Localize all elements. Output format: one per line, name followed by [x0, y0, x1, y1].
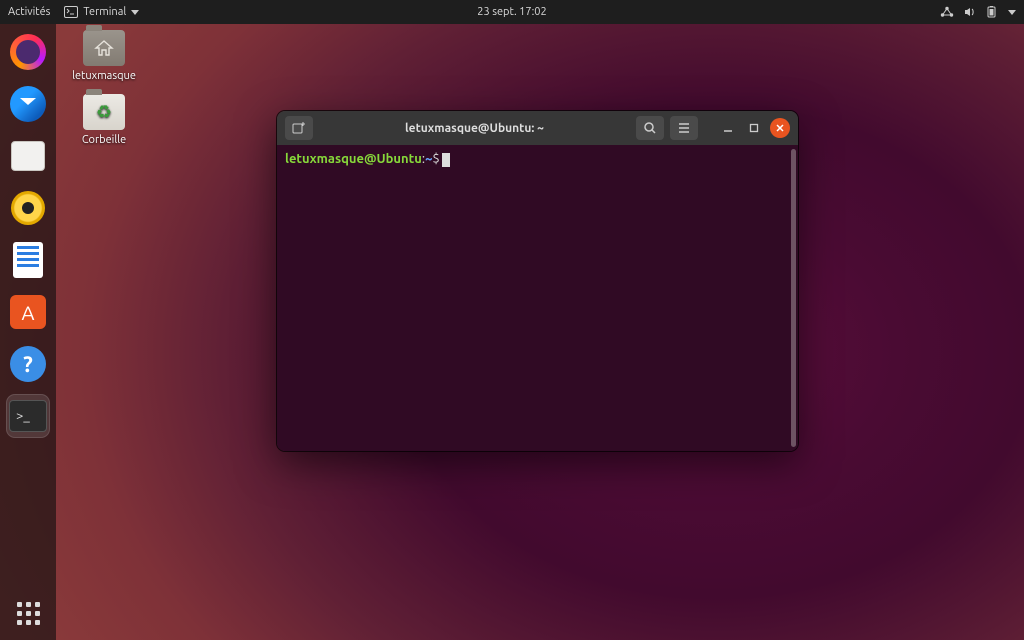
desktop-icon-label: letuxmasque [68, 70, 140, 82]
system-status-area[interactable] [940, 6, 1016, 18]
minimize-button[interactable] [718, 118, 738, 138]
prompt-user-host: letuxmasque@Ubuntu [285, 152, 422, 166]
files-icon [11, 141, 45, 171]
chevron-down-icon [1008, 10, 1016, 15]
new-tab-icon [292, 121, 306, 135]
dock-item-firefox[interactable] [6, 30, 50, 74]
menu-button[interactable] [670, 116, 698, 140]
minimize-icon [723, 123, 733, 133]
battery-icon [986, 6, 998, 18]
dock-item-software[interactable]: A [6, 290, 50, 334]
app-menu[interactable]: Terminal [64, 6, 139, 18]
search-button[interactable] [636, 116, 664, 140]
text-cursor [442, 153, 450, 167]
dock-item-files[interactable] [6, 134, 50, 178]
dock-item-thunderbird[interactable] [6, 82, 50, 126]
music-icon [11, 191, 45, 225]
desktop-icon-home[interactable]: letuxmasque [68, 30, 140, 82]
apps-grid-icon [17, 602, 40, 625]
new-tab-button[interactable] [285, 116, 313, 140]
close-button[interactable] [770, 118, 790, 138]
terminal-window: letuxmasque@Ubuntu: ~ letuxmasque@Ubuntu… [277, 111, 798, 451]
network-icon [940, 6, 954, 18]
hamburger-icon [677, 121, 691, 135]
window-titlebar[interactable]: letuxmasque@Ubuntu: ~ [277, 111, 798, 145]
activities-button[interactable]: Activités [8, 6, 50, 18]
dock-item-terminal[interactable]: >_ [6, 394, 50, 438]
desktop-icons: letuxmasque ♻ Corbeille [68, 30, 140, 158]
terminal-app-icon [64, 6, 78, 18]
dock: A ? >_ [0, 24, 56, 640]
terminal-icon: >_ [9, 400, 47, 432]
app-menu-label: Terminal [83, 6, 126, 18]
window-title: letuxmasque@Ubuntu: ~ [319, 122, 630, 135]
dock-item-help[interactable]: ? [6, 342, 50, 386]
dock-item-writer[interactable] [6, 238, 50, 282]
folder-icon [83, 30, 125, 66]
shopping-bag-icon: A [10, 295, 46, 329]
prompt-symbol: $ [432, 152, 439, 166]
desktop-icon-label: Corbeille [68, 134, 140, 146]
home-icon [94, 39, 114, 57]
help-icon: ? [10, 346, 46, 382]
top-panel: Activités Terminal 23 sept. 17:02 [0, 0, 1024, 24]
recycle-icon: ♻ [96, 102, 112, 123]
terminal-content[interactable]: letuxmasque@Ubuntu:~$ [277, 145, 798, 451]
maximize-button[interactable] [744, 118, 764, 138]
thunderbird-icon [10, 86, 46, 122]
chevron-down-icon [131, 10, 139, 15]
volume-icon [964, 6, 976, 18]
maximize-icon [749, 123, 759, 133]
close-icon [775, 123, 785, 133]
clock[interactable]: 23 sept. 17:02 [477, 6, 546, 18]
show-applications-button[interactable] [6, 596, 50, 640]
desktop-icon-trash[interactable]: ♻ Corbeille [68, 94, 140, 146]
firefox-icon [10, 34, 46, 70]
document-icon [13, 242, 43, 278]
dock-item-rhythmbox[interactable] [6, 186, 50, 230]
trash-bin-icon: ♻ [83, 94, 125, 130]
scrollbar[interactable] [791, 149, 796, 447]
search-icon [643, 121, 657, 135]
